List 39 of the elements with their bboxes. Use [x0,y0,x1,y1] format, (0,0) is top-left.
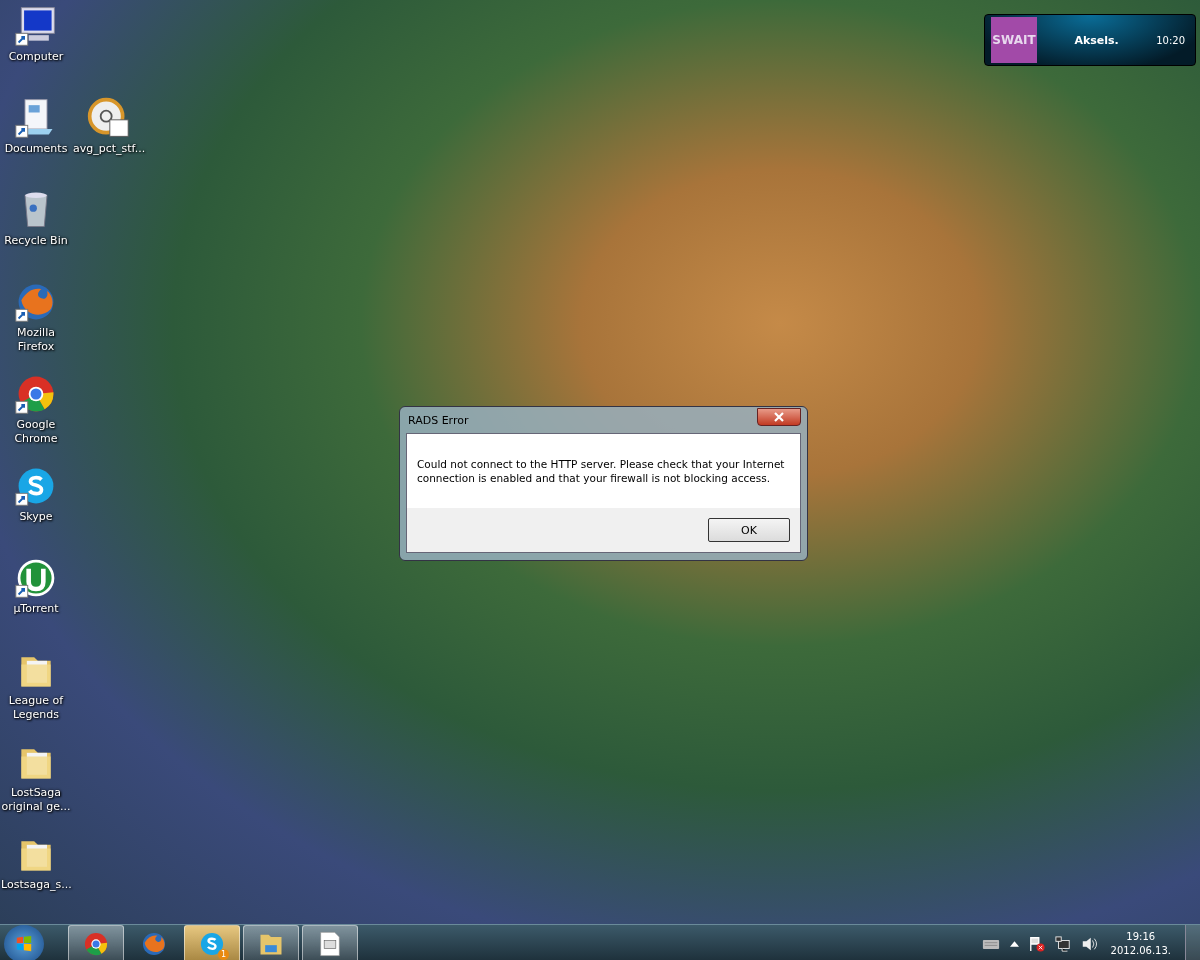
caret-icon[interactable] [1009,941,1019,947]
taskbar-button[interactable] [243,925,299,960]
error-message: Could not connect to the HTTP server. Please check that your Internet connection is enabled and that your firewall is not blocking access. [417,457,786,485]
chat-logo-icon [198,930,226,958]
windows-logo-icon [15,935,33,953]
show-desktop-button[interactable] [1185,925,1200,960]
keyboard-icon[interactable] [981,937,1000,951]
close-button[interactable] [757,407,801,426]
notification-badge: 1 [218,949,229,960]
computer-icon[interactable] [14,4,58,48]
gauge-icon[interactable] [86,96,130,140]
clock-time: 19:16 [1126,930,1156,944]
icon-label[interactable]: Google Chrome [1,418,71,446]
icon-label[interactable]: Lostsaga_s... [1,878,71,892]
icon-label[interactable]: Mozilla Firefox [1,326,71,354]
icon-label[interactable]: Skype [1,510,71,524]
icon-label[interactable]: µTorrent [1,602,71,616]
ring-logo-icon [82,930,110,958]
clock[interactable]: 19:16 2012.06.13. [1106,930,1175,958]
icon-label[interactable]: Computer [1,50,71,64]
user-name: Aksels. [1073,33,1120,47]
taskbar-button[interactable] [302,925,358,960]
icon-label[interactable]: League of Legends [1,694,71,722]
icon-label[interactable]: Documents [1,142,71,156]
icon-label[interactable]: LostSaga original ge... [1,786,71,814]
start-button[interactable] [4,925,44,960]
logo: SWAIT [991,17,1037,63]
dialog-title: RADS Error [407,413,469,427]
clock-date: 2012.06.13. [1110,944,1171,958]
network-icon[interactable] [1054,936,1071,952]
fox-globe-icon [140,930,168,958]
close-icon [774,411,784,422]
ok-button[interactable]: OK [708,518,790,542]
widget-time: 10:20 [1156,34,1185,46]
flag-icon[interactable] [1028,936,1045,952]
taskbar-button[interactable] [68,925,124,960]
icon-label[interactable]: avg_pct_stf... [73,142,143,156]
icon-label[interactable]: Recycle Bin [1,234,71,248]
speaker-icon[interactable] [1080,936,1097,952]
